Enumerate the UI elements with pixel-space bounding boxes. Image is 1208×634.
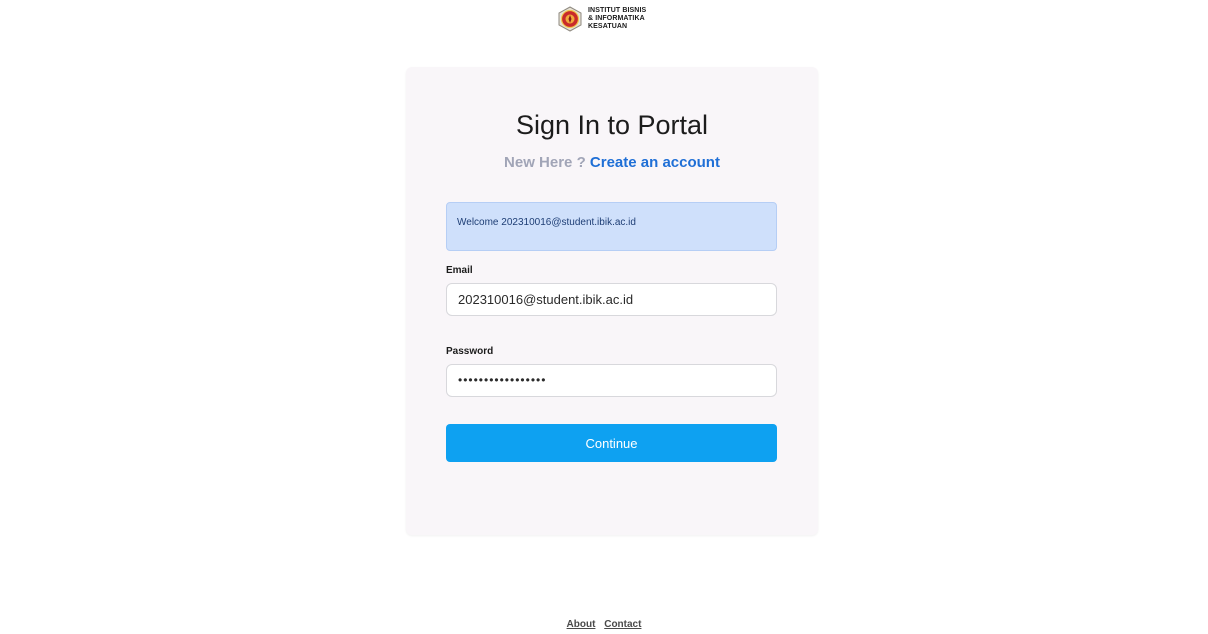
create-account-link[interactable]: Create an account xyxy=(590,154,720,171)
contact-link[interactable]: Contact xyxy=(604,619,641,630)
welcome-alert: Welcome 202310016@student.ibik.ac.id xyxy=(446,202,777,251)
logo-line-1: INSTITUT BISNIS xyxy=(588,7,647,14)
page-title: Sign In to Portal xyxy=(515,110,709,140)
about-link[interactable]: About xyxy=(567,619,596,630)
footer-links: About Contact xyxy=(0,618,1208,632)
password-field[interactable]: ••••••••••••••••• xyxy=(446,364,777,397)
email-label: Email xyxy=(446,265,473,276)
institution-logo: INSTITUT BISNIS & INFORMATIKA KESATUAN xyxy=(557,4,646,34)
email-field[interactable] xyxy=(446,283,777,316)
institution-seal-icon xyxy=(558,6,582,32)
logo-text: INSTITUT BISNIS & INFORMATIKA KESATUAN xyxy=(588,7,646,31)
new-here-text: New Here ? xyxy=(504,154,586,171)
logo-line-3: KESATUAN xyxy=(588,23,628,30)
continue-button[interactable]: Continue xyxy=(446,424,777,462)
logo-line-2: & INFORMATIKA xyxy=(588,15,645,22)
sign-in-card: Sign In to Portal New Here ? Create an a… xyxy=(406,67,818,535)
password-label: Password xyxy=(446,346,494,357)
signup-prompt: New Here ? Create an account xyxy=(406,153,818,173)
